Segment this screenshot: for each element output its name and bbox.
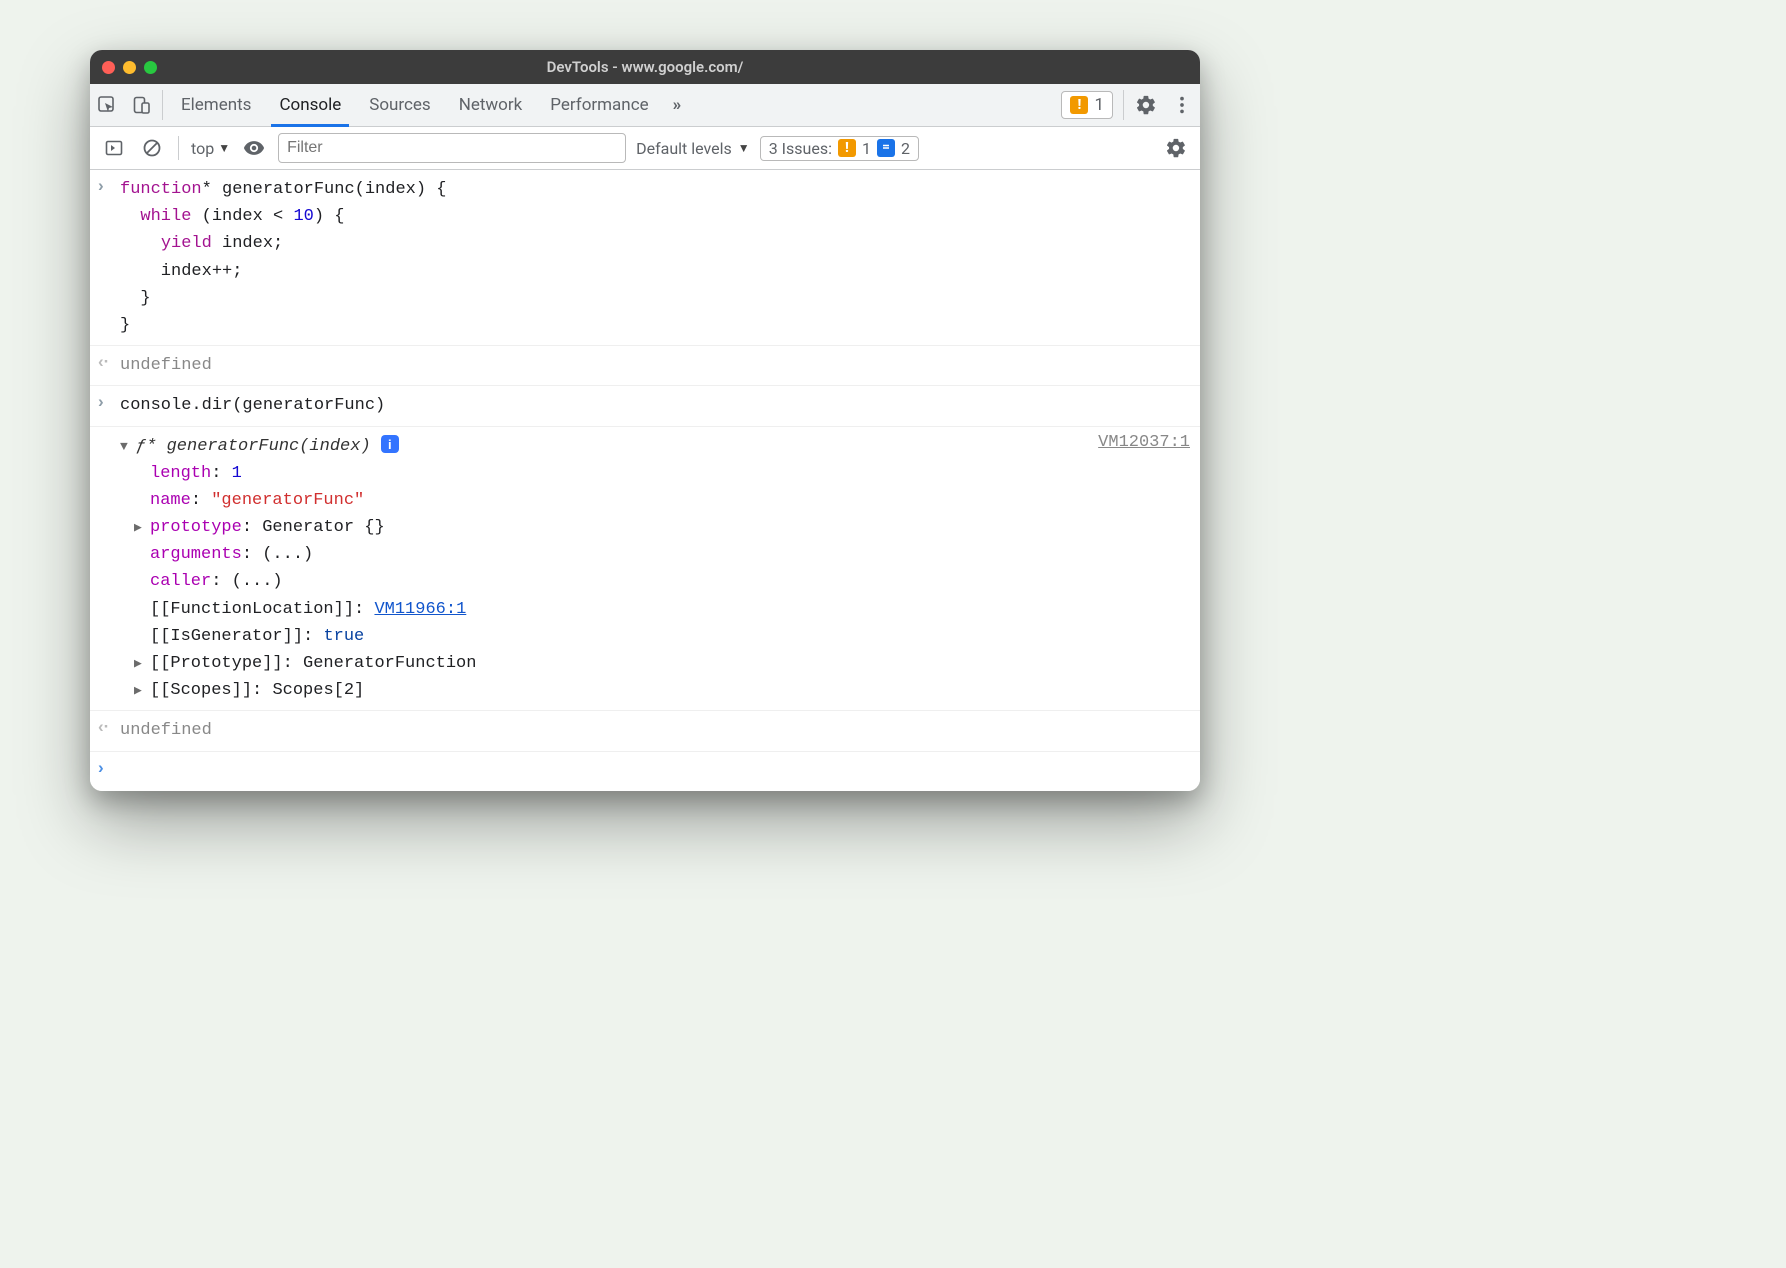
info-badge-icon[interactable]: i <box>381 435 399 453</box>
disclosure-closed-icon[interactable]: ▶ <box>134 681 150 702</box>
levels-label: Default levels <box>636 139 732 158</box>
chevron-down-icon: ▼ <box>738 141 750 155</box>
clear-console-icon[interactable] <box>138 134 166 162</box>
output-marker-icon: ‹· <box>98 717 120 744</box>
code-line: console.dir(generatorFunc) <box>120 392 1190 419</box>
filter-input[interactable] <box>278 133 626 163</box>
warning-icon: ! <box>1070 96 1088 114</box>
output-marker-icon: ‹· <box>98 352 120 379</box>
warning-count: 1 <box>862 139 871 158</box>
source-link[interactable]: VM12037:1 <box>1098 433 1190 452</box>
separator <box>162 90 163 120</box>
console-input-row[interactable]: › console.dir(generatorFunc) <box>90 386 1200 426</box>
disclosure-closed-icon[interactable]: ▶ <box>134 654 150 675</box>
console-input-row[interactable]: › function* generatorFunc(index) { while… <box>90 170 1200 346</box>
devtools-window: { "title": "DevTools - www.google.com/",… <box>90 50 1200 791</box>
console-body: › function* generatorFunc(index) { while… <box>90 170 1200 791</box>
console-prompt-row[interactable]: › <box>90 752 1200 791</box>
issues-counter[interactable]: 3 Issues: ! 1 2 <box>760 136 919 161</box>
log-levels-selector[interactable]: Default levels ▼ <box>636 139 750 158</box>
console-output-row: ‹· undefined <box>90 346 1200 386</box>
context-selector[interactable]: top ▼ <box>191 139 230 158</box>
titlebar: DevTools - www.google.com/ <box>90 50 1200 84</box>
tabs-overflow-button[interactable]: » <box>663 84 692 126</box>
code-block: function* generatorFunc(index) { while (… <box>120 176 1190 339</box>
filter-box <box>278 133 626 163</box>
prompt-marker-icon: › <box>98 758 120 785</box>
live-expressions-icon[interactable] <box>240 134 268 162</box>
device-toolbar-icon[interactable] <box>124 84 158 126</box>
return-value: undefined <box>120 352 1190 379</box>
return-value: undefined <box>120 717 1190 744</box>
issues-count: 1 <box>1094 95 1104 115</box>
source-location-link[interactable]: VM11966:1 <box>374 600 466 619</box>
ellipsis-getter[interactable]: (...) <box>262 545 313 564</box>
more-menu-icon[interactable] <box>1164 84 1200 126</box>
input-marker-icon: › <box>98 392 120 419</box>
separator <box>178 136 179 160</box>
inspect-element-icon[interactable] <box>90 84 124 126</box>
console-prompt-input[interactable] <box>120 758 1190 785</box>
console-toolbar: top ▼ Default levels ▼ 3 Issues: ! 1 2 <box>90 127 1200 170</box>
issues-label: 3 Issues: <box>769 139 832 158</box>
tab-performance[interactable]: Performance <box>536 84 662 126</box>
object-tree: ▼ƒ* generatorFunc(index) i length: 1 nam… <box>120 433 1098 705</box>
ellipsis-getter[interactable]: (...) <box>232 572 283 591</box>
settings-gear-icon[interactable] <box>1128 84 1164 126</box>
disclosure-closed-icon[interactable]: ▶ <box>134 518 150 539</box>
window-title: DevTools - www.google.com/ <box>90 58 1200 76</box>
chevron-down-icon: ▼ <box>218 141 230 155</box>
tab-network[interactable]: Network <box>445 84 537 126</box>
warning-icon: ! <box>838 139 856 157</box>
context-label: top <box>191 139 214 158</box>
console-settings-gear-icon[interactable] <box>1162 134 1190 162</box>
disclosure-open-icon[interactable]: ▼ <box>120 437 136 458</box>
input-marker-icon: › <box>98 176 120 339</box>
main-tabbar: Elements Console Sources Network Perform… <box>90 84 1200 127</box>
info-count: 2 <box>901 139 910 158</box>
tab-console[interactable]: Console <box>265 84 355 126</box>
tab-sources[interactable]: Sources <box>355 84 444 126</box>
separator <box>1123 90 1124 120</box>
show-console-sidebar-icon[interactable] <box>100 134 128 162</box>
console-output-row: ‹· undefined <box>90 711 1200 751</box>
info-icon <box>877 139 895 157</box>
tab-elements[interactable]: Elements <box>167 84 265 126</box>
top-issues-button[interactable]: ! 1 <box>1061 91 1113 119</box>
panel-tabs: Elements Console Sources Network Perform… <box>167 84 691 126</box>
console-dir-output: ▼ƒ* generatorFunc(index) i length: 1 nam… <box>90 427 1200 712</box>
